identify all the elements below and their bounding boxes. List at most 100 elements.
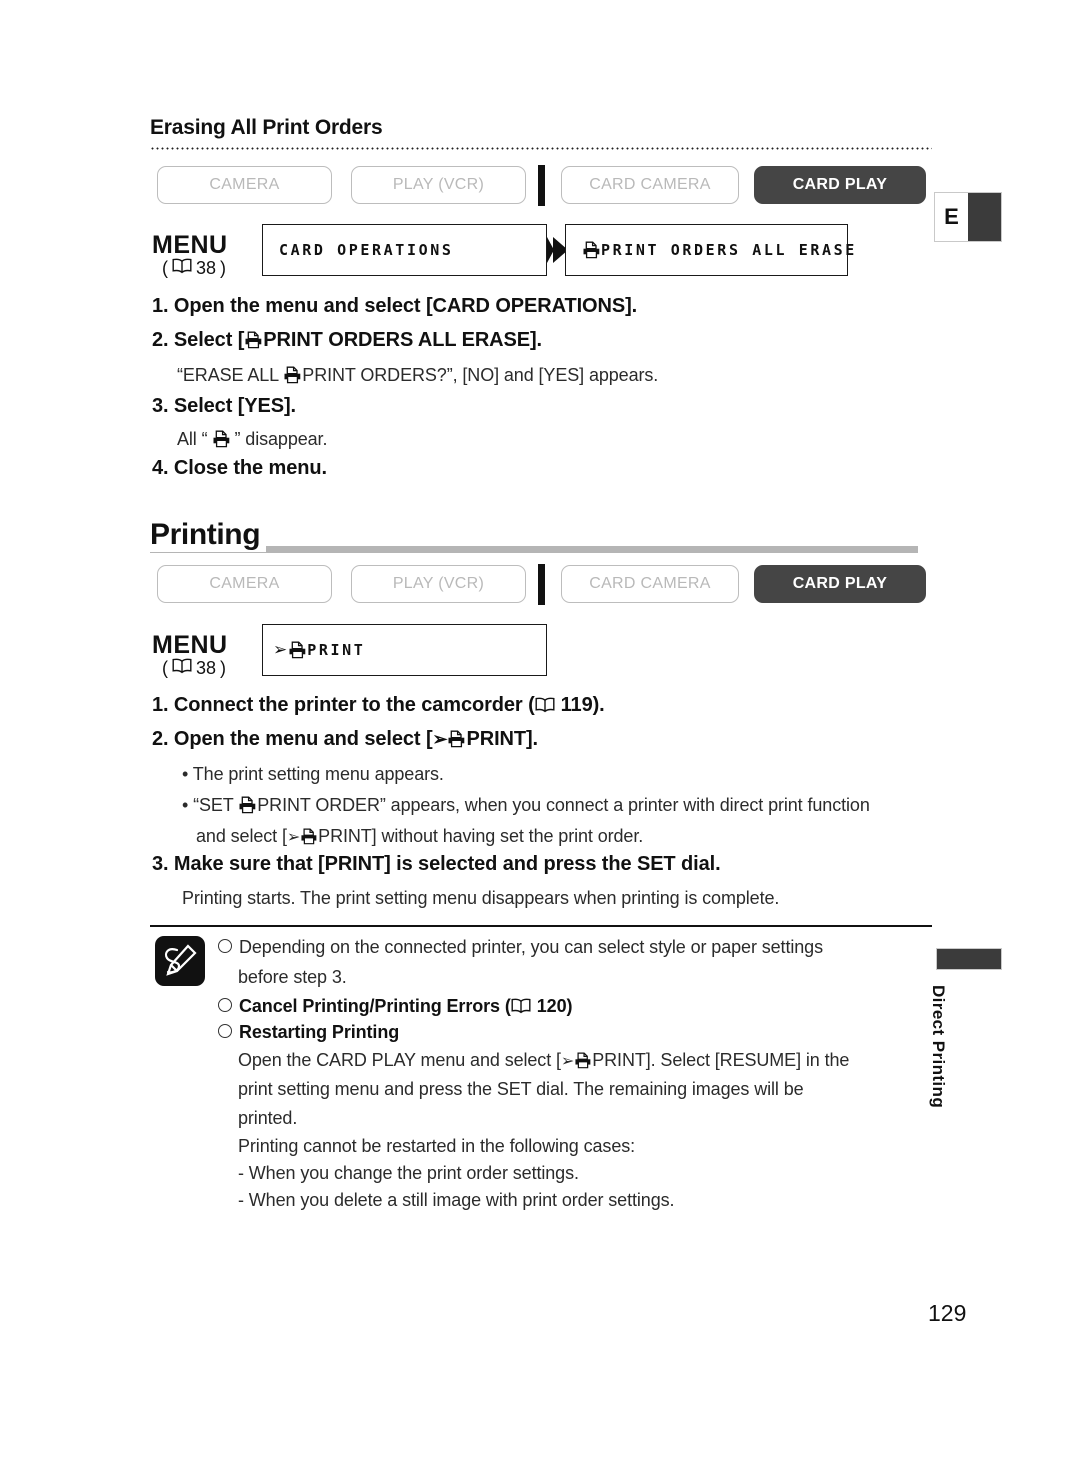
printing-bullet-2-line1: • “SET PRINT ORDER” appears, when you co… <box>182 795 870 816</box>
book-icon <box>172 258 192 279</box>
memo-body-line5: - When you change the print order settin… <box>238 1163 579 1183</box>
printer-icon <box>300 828 318 845</box>
language-tab: E <box>934 192 1002 242</box>
menu-ref-page-erase: 38 <box>196 258 217 278</box>
paren-open: ( <box>162 258 168 278</box>
memo-divider <box>150 925 932 927</box>
menu-box-print-label: PRINT <box>307 641 366 659</box>
mode-group-divider <box>538 165 545 206</box>
printing-bullet-1: • The print setting menu appears. <box>182 764 444 784</box>
menu-box-card-operations-label: CARD OPERATIONS <box>279 241 454 259</box>
mode-button-camera[interactable]: CAMERA <box>157 565 332 603</box>
printer-icon <box>288 641 307 659</box>
memo-body-line3: printed. <box>238 1108 298 1128</box>
step-printing-1: 1. Connect the printer to the camcorder … <box>152 694 605 719</box>
bullet-2b-prefix: and select [ <box>196 826 287 846</box>
language-tab-dark-block <box>968 193 1001 241</box>
memo-item-1-line2: before step 3. <box>238 967 347 987</box>
book-icon <box>172 658 192 679</box>
memo-body-line1: Open the CARD PLAY menu and select [➢ PRI… <box>238 1050 849 1071</box>
memo-pencil-icon <box>155 936 205 986</box>
mode-button-card-play[interactable]: CARD PLAY <box>754 166 926 204</box>
paren-close: ) <box>220 258 227 278</box>
book-icon <box>535 696 555 719</box>
printer-icon <box>283 366 302 384</box>
step-erase-3: 3. Select [YES]. <box>152 395 297 417</box>
menu-box-card-operations[interactable]: CARD OPERATIONS <box>262 224 547 276</box>
printer-icon <box>447 730 466 748</box>
menu-page-ref-printing: ( 38 ) <box>162 658 226 679</box>
arrow-right-icon: ➢ <box>560 1053 575 1070</box>
step-printing-2: 2. Open the menu and select [➢ PRINT]. <box>152 728 538 751</box>
printer-icon <box>212 430 231 448</box>
memo-item-1-line1: Depending on the connected printer, you … <box>218 937 823 958</box>
mode-button-play-vcr[interactable]: PLAY (VCR) <box>351 565 526 603</box>
arrow-right-icon: ➢ <box>432 729 448 749</box>
menu-box-print-orders-all-erase-label: PRINT ORDERS ALL ERASE <box>601 241 857 259</box>
dotted-divider <box>150 147 932 150</box>
language-tab-letter: E <box>935 193 968 241</box>
memo-body-l1-suffix: PRINT]. Select [RESUME] in the <box>592 1050 850 1070</box>
note-prefix: “ERASE ALL <box>177 365 284 385</box>
side-tab-bar <box>936 948 1002 970</box>
manual-page: Erasing All Print Orders CAMERA PLAY (VC… <box>0 0 1080 1461</box>
printer-icon <box>574 1052 592 1069</box>
bullet-ring-icon <box>218 1024 232 1038</box>
side-tab-label: Direct Printing <box>929 985 948 1109</box>
bullet-2-suffix: PRINT ORDER” appears, when you connect a… <box>257 795 870 815</box>
menu-label-printing: MENU <box>152 631 228 659</box>
step-erase-2-suffix: PRINT ORDERS ALL ERASE]. <box>263 329 543 351</box>
memo-body-line4: Printing cannot be restarted in the foll… <box>238 1136 636 1156</box>
mode-button-card-camera[interactable]: CARD CAMERA <box>561 565 739 603</box>
bullet-ring-icon <box>218 939 232 953</box>
section-heading-printing: Printing <box>150 518 267 552</box>
step-printing-2-suffix: PRINT]. <box>466 728 539 750</box>
printer-icon <box>582 241 601 259</box>
printer-icon <box>244 331 263 349</box>
step-printing-2-prefix: 2. Open the menu and select [ <box>152 728 433 750</box>
step-erase-2: 2. Select [ PRINT ORDERS ALL ERASE]. <box>152 329 542 352</box>
menu-label-erase: MENU <box>152 231 228 259</box>
printer-icon <box>238 796 257 814</box>
mode-button-card-play[interactable]: CARD PLAY <box>754 565 926 603</box>
page-number: 129 <box>928 1300 967 1326</box>
memo-item-1-text: Depending on the connected printer, you … <box>239 937 823 957</box>
memo-body-line6: - When you delete a still image with pri… <box>238 1190 675 1210</box>
book-icon <box>511 998 531 1019</box>
note-suffix: ” disappear. <box>234 429 328 449</box>
menu-ref-page-printing: 38 <box>196 658 217 678</box>
mode-button-card-camera[interactable]: CARD CAMERA <box>561 166 739 204</box>
step-erase-2-prefix: 2. Select [ <box>152 329 245 351</box>
menu-box-print-orders-all-erase[interactable]: PRINT ORDERS ALL ERASE <box>565 224 854 276</box>
step-erase-2-note: “ERASE ALL PRINT ORDERS?”, [NO] and [YES… <box>177 365 658 386</box>
bullet-2-prefix: • “SET <box>182 795 239 815</box>
paren-close: ) <box>220 658 227 678</box>
section-heading-erasing: Erasing All Print Orders <box>150 116 383 139</box>
step-printing-1-page: 119 <box>560 694 593 716</box>
mode-button-play-vcr[interactable]: PLAY (VCR) <box>351 166 526 204</box>
memo-item-3: Restarting Printing <box>218 1022 399 1043</box>
memo-body-line2: print setting menu and press the SET dia… <box>238 1079 804 1099</box>
mode-button-camera[interactable]: CAMERA <box>157 166 332 204</box>
menu-page-ref-erase: ( 38 ) <box>162 258 226 279</box>
bullet-2b-suffix: PRINT] without having set the print orde… <box>318 826 644 846</box>
step-erase-4: 4. Close the menu. <box>152 457 327 479</box>
step-printing-1-text: 1. Connect the printer to the camcorder … <box>152 694 535 716</box>
memo-item-3-text: Restarting Printing <box>239 1022 400 1042</box>
memo-item-2-prefix: Cancel Printing/Printing Errors ( <box>239 996 511 1016</box>
arrow-right-icon: ➢ <box>286 829 301 846</box>
memo-item-2: Cancel Printing/Printing Errors (120) <box>218 996 572 1019</box>
note-suffix: PRINT ORDERS?”, [NO] and [YES] appears. <box>302 365 659 385</box>
step-printing-1-suffix: ). <box>592 694 605 716</box>
memo-body-l1-prefix: Open the CARD PLAY menu and select [ <box>238 1050 561 1070</box>
step-erase-1: 1. Open the menu and select [CARD OPERAT… <box>152 295 638 317</box>
mode-group-divider <box>538 564 545 605</box>
printing-bullet-2-line2: and select [➢ PRINT] without having set t… <box>196 826 643 847</box>
bullet-ring-icon <box>218 998 232 1012</box>
menu-box-print[interactable]: ➢ PRINT <box>262 624 547 676</box>
note-prefix: All “ <box>177 429 208 449</box>
step-printing-3-note: Printing starts. The print setting menu … <box>182 888 780 908</box>
step-erase-3-note: All “ ” disappear. <box>177 429 327 450</box>
step-printing-3: 3. Make sure that [PRINT] is selected an… <box>152 853 721 875</box>
paren-open: ( <box>162 658 168 678</box>
